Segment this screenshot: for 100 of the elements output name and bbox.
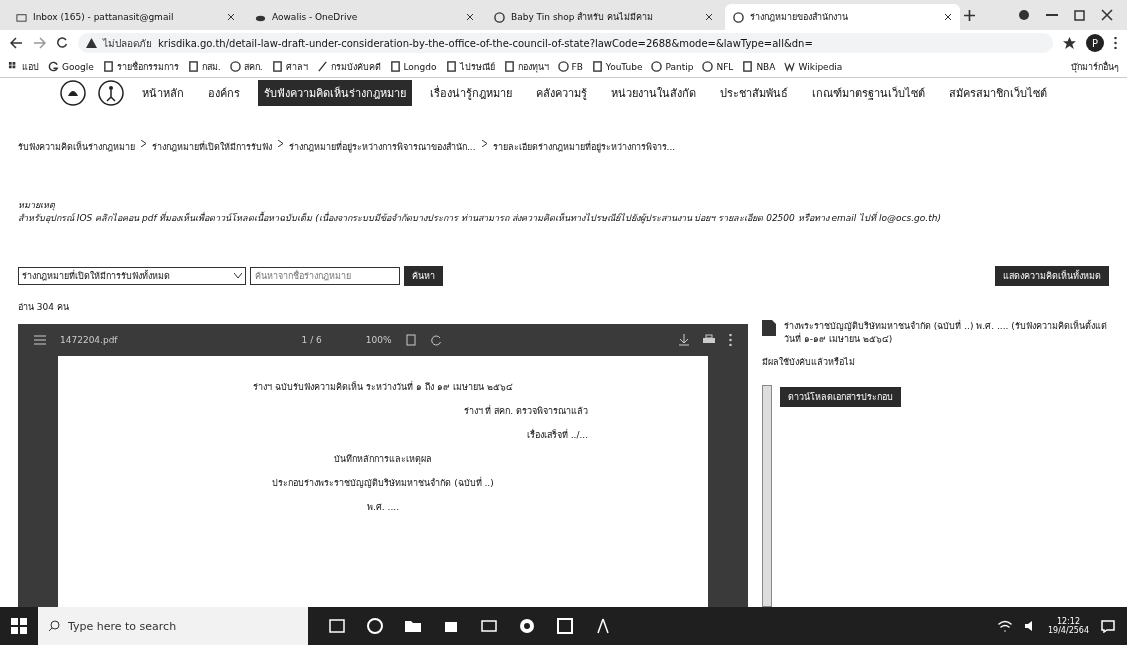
- breadcrumb-link[interactable]: ร่างกฎหมายที่อยู่ระหว่างการพิจารณาของสำนัก...: [289, 140, 476, 154]
- document-icon: [187, 61, 199, 72]
- mail-icon: [16, 11, 27, 23]
- nav-link[interactable]: คลังความรู้: [530, 80, 593, 106]
- document-icon: [271, 61, 283, 72]
- globe-icon: [229, 61, 241, 72]
- nav-link[interactable]: องค์กร: [202, 80, 246, 106]
- close-icon[interactable]: [227, 13, 235, 21]
- close-icon[interactable]: [944, 13, 952, 21]
- draft-status: มีผลใช้บังคับแล้วหรือไม่: [762, 355, 856, 369]
- breadcrumb-link[interactable]: ร่างกฎหมายที่เปิดให้มีการรับฟัง: [152, 140, 272, 154]
- app-icon[interactable]: [556, 617, 574, 635]
- forward-icon[interactable]: [33, 37, 46, 49]
- bookmark[interactable]: กรมบังคับคดี: [316, 59, 381, 74]
- browser-icon[interactable]: [366, 617, 384, 635]
- globe-icon: [557, 61, 569, 72]
- menu-icon[interactable]: [34, 334, 46, 345]
- search-field[interactable]: ค้นหาจากชื่อร่างกฎหมาย: [250, 266, 400, 285]
- document-icon: [591, 61, 603, 72]
- other-bookmarks[interactable]: บุ๊กมาร์กอื่นๆ: [1071, 59, 1119, 74]
- bookmark[interactable]: กองทุนฯ: [503, 59, 549, 74]
- bookmark[interactable]: YouTube: [591, 61, 643, 72]
- document-line: พ.ศ. ....: [366, 500, 400, 514]
- note-text: สำหรับอุปกรณ์ IOS คลิกไอคอน pdf ที่มองเห็นเพื่อดาวน์โหลดเนื้อหาฉบับเต็ม (เนื่องจากระบบมีข้อจำกัดบางประการ ท่านสามารถ ส่งความคิดเห็นทางไปรษณีย์ไปยังผู้ประสานงาน บ่อยฯ รายละเอียด 02500 หรือทาง email ไปที่ lo@ocs.go.th): [18, 212, 942, 226]
- profile-icon[interactable]: [1018, 9, 1030, 21]
- more-icon[interactable]: [1114, 37, 1117, 49]
- globe-icon: [733, 11, 744, 23]
- chevron-right-icon: [141, 140, 146, 147]
- bookmark[interactable]: Longdo: [389, 61, 437, 72]
- emblem-icon[interactable]: [60, 80, 86, 106]
- browser-tab[interactable]: Baby Tin shop สำหรับ คนไม่มีคาม: [486, 4, 721, 30]
- task-view-icon[interactable]: [328, 617, 346, 635]
- globe-icon: [494, 11, 505, 23]
- chevron-right-icon: [278, 140, 283, 147]
- bookmark[interactable]: NFL: [702, 61, 734, 72]
- close-icon[interactable]: [466, 13, 474, 21]
- nav-link[interactable]: ประชาสัมพันธ์: [714, 80, 794, 106]
- fit-page-icon[interactable]: [405, 333, 416, 346]
- breadcrumb-link[interactable]: รายละเอียดร่างกฎหมายที่อยู่ระหว่างการพิจาร...: [492, 140, 676, 154]
- nav-link[interactable]: หน้าหลัก: [136, 80, 190, 106]
- reload-icon[interactable]: [56, 37, 68, 49]
- nav-link[interactable]: เกณฑ์มาตรฐานเว็บไซต์: [806, 80, 931, 106]
- nav-link[interactable]: หน่วยงานในสังกัด: [605, 80, 702, 106]
- back-icon[interactable]: [10, 37, 23, 49]
- bookmark[interactable]: รายชื่อกรรมการ: [102, 59, 179, 74]
- note-title: หมายเหตุ: [18, 199, 56, 212]
- all-opinions-button[interactable]: แสดงความคิดเห็นทั้งหมด: [995, 265, 1109, 286]
- bookmark[interactable]: แอป: [8, 59, 39, 74]
- letter-icon: [48, 61, 59, 72]
- rotate-icon[interactable]: [429, 333, 442, 346]
- taskbar-search[interactable]: Type here to search: [38, 607, 308, 645]
- document-icon: [445, 61, 457, 72]
- nav-link[interactable]: เรื่องน่ารู้กฎหมาย: [424, 80, 518, 106]
- bookmark[interactable]: สคก.: [229, 59, 263, 74]
- bookmark[interactable]: ไปรษณีย์: [445, 59, 495, 74]
- clock[interactable]: 12:12 19/4/2564: [1047, 617, 1089, 635]
- document-icon: [742, 61, 754, 72]
- search-button[interactable]: ค้นหา: [404, 265, 443, 286]
- plus-icon[interactable]: [964, 9, 975, 21]
- document-line: ประกอบร่างพระราชบัญญัติบริษัทมหาชนจำกัด (ฉบับที่ ..): [271, 476, 495, 490]
- print-icon[interactable]: [703, 333, 715, 346]
- chrome-icon[interactable]: [518, 617, 536, 635]
- bookmark[interactable]: Pantip: [651, 61, 694, 72]
- bookmark[interactable]: Wikipedia: [784, 61, 843, 72]
- document-line: ร่างฯ ที่ สคก. ตรวจพิจารณาแล้ว: [462, 404, 588, 418]
- notification-icon[interactable]: [1101, 619, 1115, 633]
- warning-icon: [86, 38, 97, 48]
- download-icon[interactable]: [679, 333, 689, 346]
- browser-tab[interactable]: Inbox (165) - pattanasit@gmail: [8, 4, 243, 30]
- pdf-file-icon[interactable]: [762, 319, 776, 336]
- globe-icon: [702, 61, 714, 72]
- profile-avatar[interactable]: P: [1086, 34, 1104, 52]
- nav-link[interactable]: รับฟังความคิดเห็นร่างกฎหมาย: [258, 80, 412, 106]
- bookmark[interactable]: NBA: [742, 61, 776, 72]
- wifi-icon[interactable]: [997, 620, 1012, 632]
- browser-tab[interactable]: Aowalis - OneDrive: [247, 4, 482, 30]
- bookmark[interactable]: กสม.: [187, 59, 221, 74]
- breadcrumb-link[interactable]: รับฟังความคิดเห็นร่างกฎหมาย: [18, 140, 135, 154]
- document-icon: [102, 61, 114, 72]
- close-icon[interactable]: [1101, 9, 1113, 21]
- close-icon[interactable]: [705, 13, 713, 21]
- law-type-select[interactable]: ร่างกฎหมายที่เปิดให้มีการรับฟังทั้งหมด: [18, 266, 246, 285]
- bookmark[interactable]: ศาลฯ: [271, 59, 308, 74]
- address-bar[interactable]: ไม่ปลอดภัย krisdika.go.th/detail-law-draft-under-consideration-by-the-office-of-the-council-of-state?lawCode=2688&mode=&lawType=all&dn=: [78, 33, 1053, 53]
- scrollbar[interactable]: [762, 384, 772, 607]
- maximize-icon[interactable]: [1074, 9, 1085, 21]
- mail-icon[interactable]: [480, 617, 498, 635]
- zoom-level: 100%: [365, 334, 392, 345]
- nav-link[interactable]: สมัครสมาชิกเว็บไซต์: [943, 80, 1053, 106]
- globe-icon: [651, 61, 663, 72]
- security-label[interactable]: ไม่ปลอดภัย: [103, 35, 152, 51]
- person-icon[interactable]: [98, 80, 124, 106]
- bookmark[interactable]: Google: [48, 61, 94, 72]
- star-icon[interactable]: [1063, 36, 1076, 50]
- draft-title: ร่างพระราชบัญญัติบริษัทมหาชนจำกัด (ฉบับที่ ..) พ.ศ. .... (รับฟังความคิดเห็นตั้งแต่วันที่ ๑-๑๙ เมษายน ๒๕๖๔): [784, 319, 1108, 346]
- bookmark[interactable]: FB: [557, 61, 583, 72]
- document-line: เรื่องเสร็จที่ ../...: [525, 428, 588, 442]
- windows-icon[interactable]: [10, 617, 28, 635]
- download-button[interactable]: ดาวน์โหลดเอกสารประกอบ: [780, 386, 901, 407]
- browser-tab[interactable]: ร่างกฎหมายของสำนักงาน: [725, 4, 960, 30]
